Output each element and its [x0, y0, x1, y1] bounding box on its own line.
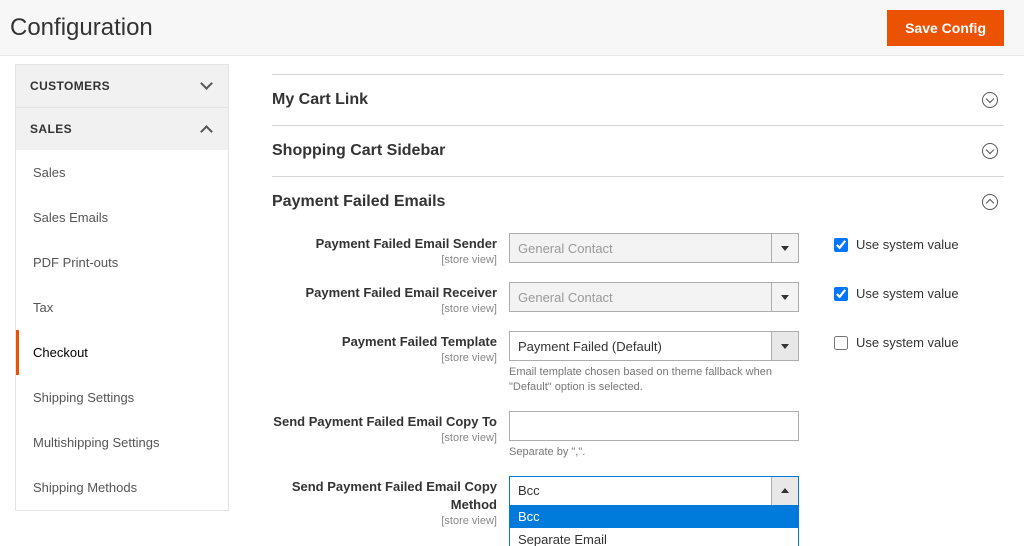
select-value: General Contact	[518, 241, 613, 256]
dropdown-arrow-icon	[771, 332, 798, 360]
sidebar-item-shipping-settings[interactable]: Shipping Settings	[16, 375, 228, 420]
use-system-template[interactable]: Use system value	[799, 331, 979, 350]
sidebar-item-multishipping-settings[interactable]: Multishipping Settings	[16, 420, 228, 465]
sidebar-item-pdf-print-outs[interactable]: PDF Print-outs	[16, 240, 228, 285]
section-shopping-cart-sidebar[interactable]: Shopping Cart Sidebar	[272, 125, 1004, 176]
scope-label: [store view]	[272, 515, 497, 527]
dropdown-option-bcc[interactable]: Bcc	[510, 505, 798, 528]
section-title: Shopping Cart Sidebar	[272, 142, 445, 160]
use-system-label: Use system value	[856, 286, 959, 301]
sidebar-heading-sales[interactable]: SALES	[16, 108, 228, 150]
section-title: My Cart Link	[272, 91, 368, 109]
dropdown-arrow-icon	[771, 283, 798, 311]
field-label: Send Payment Failed Email Copy To	[273, 414, 497, 429]
sender-select: General Contact	[509, 233, 799, 263]
copy-method-select[interactable]: Bcc	[509, 476, 799, 506]
collapse-down-icon	[982, 92, 998, 108]
scope-label: [store view]	[272, 303, 497, 315]
scope-label: [store view]	[272, 352, 497, 364]
field-copy-to: Send Payment Failed Email Copy To [store…	[272, 411, 1004, 460]
select-value: Payment Failed (Default)	[518, 339, 662, 354]
scope-label: [store view]	[272, 254, 497, 266]
field-label: Send Payment Failed Email Copy Method	[292, 479, 497, 512]
use-system-checkbox[interactable]	[834, 287, 848, 301]
field-label: Payment Failed Email Receiver	[306, 285, 497, 300]
collapse-down-icon	[982, 143, 998, 159]
copy-to-input[interactable]	[509, 411, 799, 441]
section-my-cart-link[interactable]: My Cart Link	[272, 74, 1004, 125]
field-label: Payment Failed Email Sender	[316, 236, 497, 251]
use-system-label: Use system value	[856, 335, 959, 350]
section-body-payment-failed: Payment Failed Email Sender [store view]…	[272, 227, 1004, 546]
receiver-select: General Contact	[509, 282, 799, 312]
use-system-sender[interactable]: Use system value	[799, 233, 979, 252]
field-label: Payment Failed Template	[342, 334, 497, 349]
chevron-down-icon	[202, 80, 214, 92]
copy-method-dropdown: Bcc Separate Email	[509, 505, 799, 546]
sidebar-heading-label: SALES	[30, 122, 72, 136]
sidebar: CUSTOMERS SALES SalesSales EmailsPDF Pri…	[0, 56, 244, 546]
template-hint: Email template chosen based on theme fal…	[509, 365, 799, 395]
dropdown-arrow-icon	[771, 477, 798, 505]
save-config-button[interactable]: Save Config	[887, 10, 1004, 46]
use-system-checkbox[interactable]	[834, 238, 848, 252]
section-title: Payment Failed Emails	[272, 193, 445, 211]
sidebar-item-tax[interactable]: Tax	[16, 285, 228, 330]
field-template: Payment Failed Template [store view] Pay…	[272, 331, 1004, 395]
sidebar-heading-label: CUSTOMERS	[30, 79, 110, 93]
field-receiver: Payment Failed Email Receiver [store vie…	[272, 282, 1004, 315]
dropdown-option-separate-email[interactable]: Separate Email	[510, 528, 798, 546]
template-select[interactable]: Payment Failed (Default)	[509, 331, 799, 361]
use-system-checkbox[interactable]	[834, 336, 848, 350]
main-panel: My Cart Link Shopping Cart Sidebar Payme…	[244, 56, 1024, 546]
sidebar-item-checkout[interactable]: Checkout	[16, 330, 228, 375]
sidebar-section-sales: SALES SalesSales EmailsPDF Print-outsTax…	[15, 108, 229, 511]
field-copy-method: Send Payment Failed Email Copy Method [s…	[272, 476, 1004, 527]
select-value: Bcc	[518, 483, 540, 498]
sidebar-item-sales[interactable]: Sales	[16, 150, 228, 195]
use-system-receiver[interactable]: Use system value	[799, 282, 979, 301]
page-header: Configuration Save Config	[0, 0, 1024, 56]
dropdown-arrow-icon	[771, 234, 798, 262]
sidebar-item-sales-emails[interactable]: Sales Emails	[16, 195, 228, 240]
sidebar-heading-customers[interactable]: CUSTOMERS	[16, 65, 228, 107]
sidebar-item-shipping-methods[interactable]: Shipping Methods	[16, 465, 228, 510]
sidebar-section-customers: CUSTOMERS	[15, 64, 229, 108]
collapse-up-icon	[982, 194, 998, 210]
page-title: Configuration	[10, 14, 153, 42]
use-system-label: Use system value	[856, 237, 959, 252]
scope-label: [store view]	[272, 432, 497, 444]
copy-to-hint: Separate by ",".	[509, 445, 799, 460]
chevron-up-icon	[202, 123, 214, 135]
select-value: General Contact	[518, 290, 613, 305]
field-sender: Payment Failed Email Sender [store view]…	[272, 233, 1004, 266]
section-payment-failed-emails[interactable]: Payment Failed Emails	[272, 176, 1004, 227]
